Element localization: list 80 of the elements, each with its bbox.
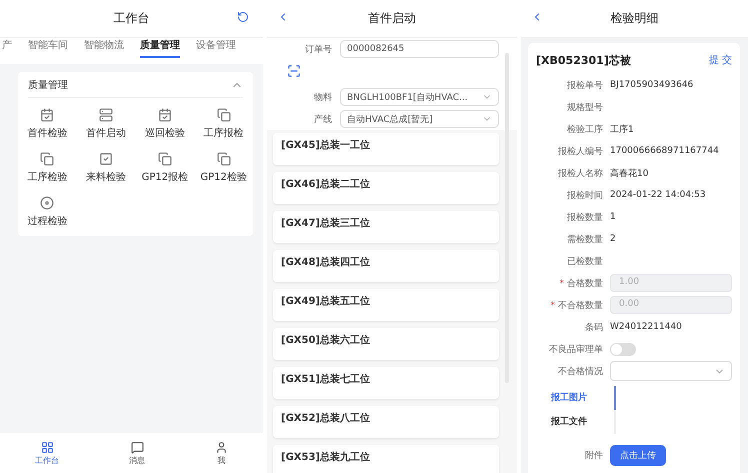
menu-item[interactable]: GP12报检	[136, 152, 194, 184]
copy-icon	[216, 108, 231, 122]
copy-icon	[216, 152, 231, 166]
page-title: 工作台	[114, 10, 150, 27]
field-value: 2	[610, 234, 616, 244]
select-field[interactable]: 自动HVAC总成[暂无]	[340, 110, 499, 128]
menu-item[interactable]: 首件启动	[76, 108, 136, 140]
station-card[interactable]: [GX50]总装六工位	[273, 328, 499, 360]
field-label: 条码	[584, 322, 603, 334]
disc-icon	[40, 196, 54, 210]
menu-item[interactable]: 来料检验	[76, 152, 136, 184]
field-label: 不合格情况	[557, 366, 603, 378]
side-tab[interactable]: 报工文件	[536, 410, 616, 434]
user-icon	[215, 440, 228, 454]
field-label: 不良品审理单	[548, 344, 603, 356]
select-field[interactable]: BNGLH100BF1[自动HVAC...	[340, 88, 499, 106]
field-label: 报检人编号	[557, 146, 603, 158]
page-title: 检验明细	[610, 10, 658, 27]
field-label: 产线	[313, 114, 332, 126]
category-tab[interactable]: 智能车间	[28, 38, 68, 58]
refresh-icon[interactable]	[237, 11, 249, 23]
station-card[interactable]: [GX45]总装一工位	[273, 133, 499, 165]
field-label: 附件	[584, 450, 603, 462]
field-value: 工序1	[610, 124, 634, 136]
toggle-switch[interactable]	[610, 342, 636, 356]
menu-item[interactable]: 过程检验	[18, 196, 77, 228]
category-tab[interactable]: 智能物流	[84, 38, 124, 58]
menu-item[interactable]: 首件检验	[18, 108, 77, 140]
side-tab[interactable]: 报工图片	[536, 386, 616, 410]
field-label: 报检时间	[566, 190, 603, 202]
field-label: 报检单号	[566, 80, 603, 92]
station-card[interactable]: [GX46]总装二工位	[273, 172, 499, 204]
copy-icon	[158, 152, 172, 166]
field-label: * 不合格数量	[550, 300, 603, 312]
copy-icon	[40, 152, 54, 166]
grid-icon	[40, 440, 54, 454]
checkbox-icon	[99, 152, 114, 166]
nav-item[interactable]: 我	[215, 440, 228, 466]
field-value: BJ1705903493646	[610, 80, 694, 90]
field-value: W24012211440	[610, 322, 682, 332]
field-label: 规格型号	[566, 102, 603, 114]
field-label: 需检数量	[566, 234, 603, 246]
station-card[interactable]: [GX48]总装四工位	[273, 250, 499, 282]
field-label: 订单号	[304, 44, 332, 56]
field-label: 报检数量	[566, 212, 603, 224]
menu-item[interactable]: 工序报检	[194, 108, 253, 140]
submit-button[interactable]: 提 交	[708, 53, 732, 67]
field-value: 高春花10	[610, 168, 648, 180]
calendar-check-icon	[158, 108, 172, 122]
field-label: 报检人名称	[557, 168, 603, 180]
category-tab[interactable]: 产	[2, 38, 12, 58]
field-label: * 合格数量	[558, 278, 603, 290]
upload-button[interactable]: 点击上传	[610, 444, 666, 466]
page-title: 首件启动	[368, 10, 416, 27]
menu-item[interactable]: 工序检验	[18, 152, 77, 184]
station-card[interactable]: [GX52]总装八工位	[273, 406, 499, 438]
field-label: 检验工序	[566, 124, 603, 136]
category-tab[interactable]: 质量管理	[140, 38, 180, 58]
field-label: 已检数量	[566, 256, 603, 268]
nav-item[interactable]: 工作台	[35, 440, 59, 466]
field-value: 1700066668971167744	[610, 146, 719, 156]
message-icon	[130, 440, 144, 454]
select-field[interactable]	[610, 361, 732, 381]
station-card[interactable]: [GX53]总装九工位	[273, 445, 499, 473]
section-title: 质量管理	[28, 78, 68, 92]
scan-icon[interactable]	[287, 64, 301, 78]
card-title: [XB052301]芯被	[536, 52, 631, 68]
field-label: 物料	[313, 92, 332, 104]
station-card[interactable]: [GX49]总装五工位	[273, 289, 499, 321]
nav-item[interactable]: 消息	[129, 440, 145, 466]
station-card[interactable]: [GX51]总装七工位	[273, 367, 499, 399]
field-value: 1	[610, 212, 616, 222]
input-field[interactable]: 0000082645	[340, 40, 499, 58]
server-icon	[99, 108, 114, 122]
station-card[interactable]: [GX47]总装三工位	[273, 211, 499, 243]
menu-item[interactable]: GP12检验	[194, 152, 253, 184]
category-tab[interactable]: 设备管理	[196, 38, 236, 58]
menu-item[interactable]: 巡回检验	[136, 108, 194, 140]
field-value: 2024-01-22 14:04:53	[610, 190, 706, 200]
calendar-check-icon	[40, 108, 54, 122]
